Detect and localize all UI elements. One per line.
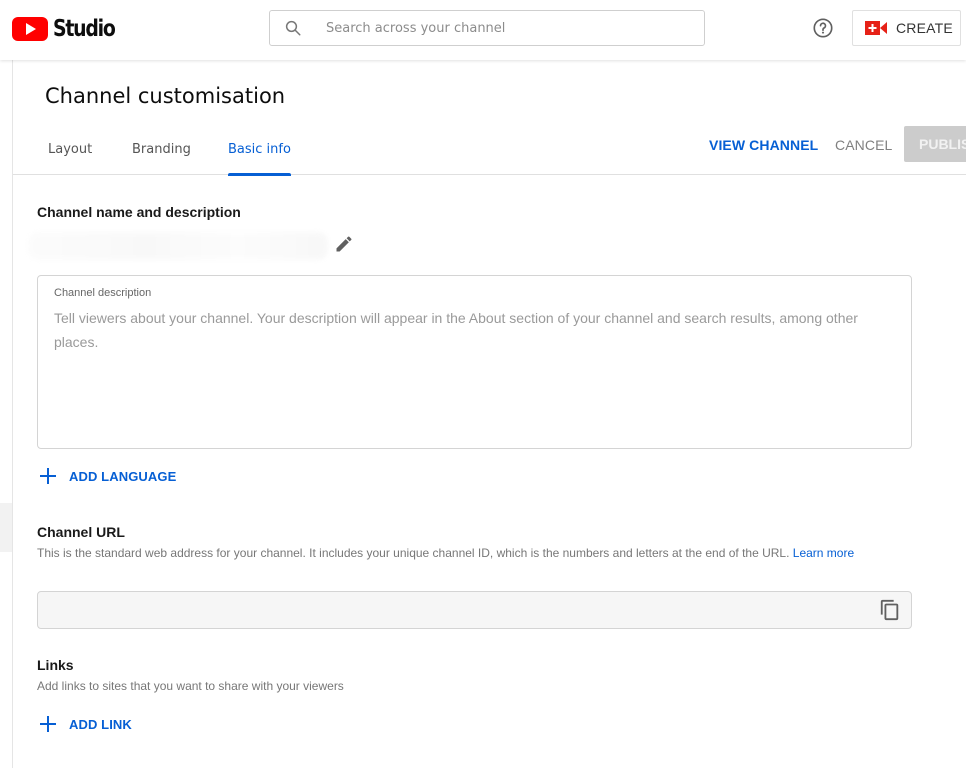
view-channel-button[interactable]: VIEW CHANNEL [709,137,818,153]
page-title: Channel customisation [45,84,286,108]
pencil-icon[interactable] [334,234,354,254]
app-name: Studio [53,16,116,42]
add-language-label: ADD LANGUAGE [69,468,177,484]
search-bar[interactable] [269,10,705,46]
tab-bar: Layout Branding Basic info [13,128,966,176]
publish-button[interactable]: PUBLISH [904,126,966,162]
search-icon [284,19,324,37]
section-title-channel-url: Channel URL [37,524,125,540]
channel-description-input[interactable] [54,306,894,436]
channel-description-field[interactable]: Channel description [37,275,912,449]
left-sidebar-collapsed [0,60,13,768]
create-label: CREATE [896,20,953,36]
search-input[interactable] [326,20,686,36]
add-language-button[interactable]: ADD LANGUAGE [40,468,176,484]
youtube-play-icon [12,17,48,41]
learn-more-link[interactable]: Learn more [793,546,854,560]
channel-url-field[interactable] [37,591,912,629]
studio-logo[interactable]: Studio [12,16,128,42]
channel-name-value [28,232,328,260]
add-link-button[interactable]: ADD LINK [40,716,132,732]
links-description: Add links to sites that you want to shar… [37,679,344,693]
tab-branding[interactable]: Branding [132,142,191,175]
tab-basic-info[interactable]: Basic info [228,142,291,176]
create-button[interactable]: CREATE [852,10,961,46]
top-app-bar: Studio CREATE [0,0,966,60]
sidebar-item-active[interactable] [0,503,12,552]
channel-description-label: Channel description [54,287,152,299]
channel-url-description: This is the standard web address for you… [37,544,897,563]
help-circle-icon[interactable] [812,17,834,39]
channel-url-description-text: This is the standard web address for you… [37,546,790,560]
video-camera-plus-icon [865,20,887,36]
plus-icon [40,716,56,732]
section-title-links: Links [37,657,74,673]
section-title-name-description: Channel name and description [37,204,241,220]
plus-icon [40,468,56,484]
copy-icon[interactable] [879,599,901,621]
add-link-label: ADD LINK [69,716,132,732]
tab-layout[interactable]: Layout [48,142,92,175]
cancel-button[interactable]: CANCEL [835,137,892,153]
